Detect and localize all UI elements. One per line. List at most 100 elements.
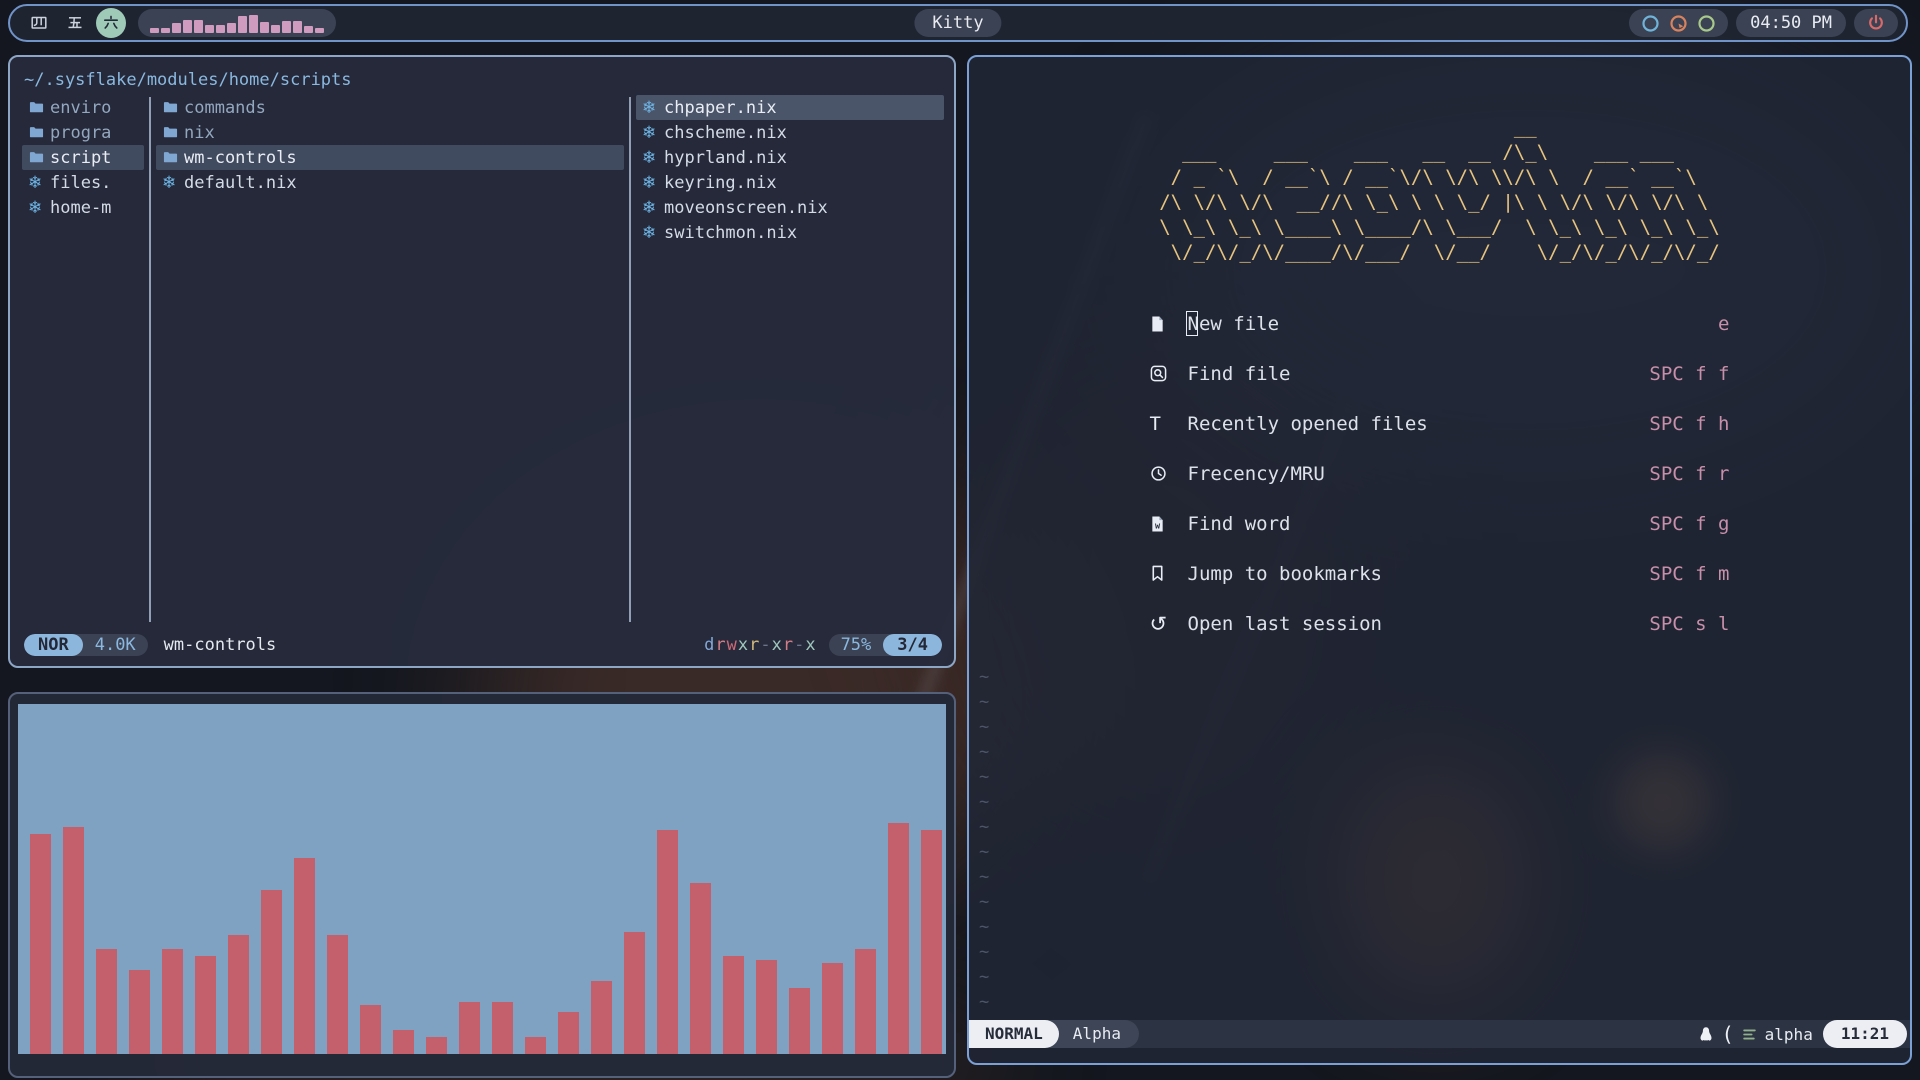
chart-bar xyxy=(30,834,51,1055)
file-row[interactable]: progra xyxy=(22,120,144,145)
file-name: progra xyxy=(50,123,111,143)
chart-bar xyxy=(558,1012,579,1054)
folder-icon xyxy=(28,100,50,115)
histogram-bar xyxy=(238,16,247,33)
file-name: chpaper.nix xyxy=(664,98,777,118)
tilde-line: ~ xyxy=(979,940,989,965)
menu-shortcut: SPC f f xyxy=(1649,363,1729,385)
file-row[interactable]: ❄default.nix xyxy=(156,170,624,195)
histogram-bar xyxy=(304,26,313,33)
folder-icon xyxy=(28,150,50,165)
histogram-bar xyxy=(172,23,181,33)
file-row[interactable]: ❄home-m xyxy=(22,195,144,220)
file-row[interactable]: ❄moveonscreen.nix xyxy=(636,195,944,220)
separator-glyph: ( xyxy=(1722,1022,1734,1046)
file-name: default.nix xyxy=(184,173,297,193)
histogram-widget[interactable] xyxy=(138,9,336,37)
file-row[interactable]: ❄keyring.nix xyxy=(636,170,944,195)
chart-bar xyxy=(624,932,645,1055)
selected-file-name: wm-controls xyxy=(164,635,277,655)
menu-label: New file xyxy=(1188,313,1719,335)
nix-icon: ❄ xyxy=(642,148,664,168)
tilde-line: ~ xyxy=(979,990,989,1015)
menu-item-bookmarks[interactable]: Jump to bookmarksSPC f m xyxy=(1150,561,1730,586)
menu-shortcut: SPC f g xyxy=(1649,513,1729,535)
file-row[interactable]: wm-controls xyxy=(156,145,624,170)
scroll-percent: 75% xyxy=(829,634,884,656)
file-name: hyprland.nix xyxy=(664,148,787,168)
histogram-bar xyxy=(150,28,159,33)
workspace-item-6-active[interactable] xyxy=(96,8,126,38)
menu-label: Frecency/MRU xyxy=(1188,463,1650,485)
menu-item-frecency[interactable]: Frecency/MRUSPC f r xyxy=(1150,461,1730,486)
file-row[interactable]: ❄chscheme.nix xyxy=(636,120,944,145)
tilde-line: ~ xyxy=(979,840,989,865)
chart-bar xyxy=(360,1005,381,1054)
menu-item-new-file[interactable]: New filee xyxy=(1150,311,1730,336)
file-name: enviro xyxy=(50,98,111,118)
kanji-five-icon xyxy=(66,14,84,32)
tilde-line: ~ xyxy=(979,915,989,940)
tilde-line: ~ xyxy=(979,715,989,740)
indent-lines-icon xyxy=(1742,1027,1757,1042)
chart-bar xyxy=(63,827,84,1055)
recent-files-icon: T xyxy=(1150,413,1188,435)
file-row[interactable]: enviro xyxy=(22,95,144,120)
histogram-bar xyxy=(205,25,214,33)
breadcrumb-path: ~/.sysflake/modules/home/scripts xyxy=(24,69,944,91)
chart-bar xyxy=(492,1002,513,1055)
chart-bar xyxy=(228,935,249,1054)
nvim-statusline: NORMAL Alpha ( alpha 11:21 xyxy=(969,1020,1910,1048)
menu-item-find-word[interactable]: wFind wordSPC f g xyxy=(1150,511,1730,536)
folder-icon xyxy=(28,125,50,140)
chart-bar xyxy=(129,970,150,1054)
file-name: files. xyxy=(50,173,111,193)
scroll-capsule: 75% 3/4 xyxy=(829,634,942,656)
menu-item-recent-files[interactable]: TRecently opened filesSPC f h xyxy=(1150,411,1730,436)
nix-icon: ❄ xyxy=(28,198,50,218)
tilde-line: ~ xyxy=(979,765,989,790)
file-row[interactable]: ❄hyprland.nix xyxy=(636,145,944,170)
tilde-line: ~ xyxy=(979,890,989,915)
system-indicators[interactable] xyxy=(1629,9,1728,37)
menu-shortcut: SPC f m xyxy=(1649,563,1729,585)
menu-shortcut: SPC f h xyxy=(1649,413,1729,435)
restore-session-icon: ↺ xyxy=(1150,612,1188,636)
workspace-item-4[interactable] xyxy=(24,8,54,38)
power-button[interactable] xyxy=(1854,9,1898,37)
tilde-line: ~ xyxy=(979,865,989,890)
green-ring-icon xyxy=(1697,14,1716,33)
clock: 04:50 PM xyxy=(1736,9,1846,37)
orange-gauge-icon xyxy=(1669,14,1688,33)
nix-icon: ❄ xyxy=(642,223,664,243)
histogram-bar xyxy=(271,25,280,33)
file-row[interactable]: script xyxy=(22,145,144,170)
parent-column: enviroprograscript❄files.❄home-m xyxy=(22,95,144,628)
chart-bar xyxy=(789,988,810,1055)
chart-bar xyxy=(690,883,711,1055)
mode-size-capsule: NOR 4.0K xyxy=(24,634,148,656)
file-name: moveonscreen.nix xyxy=(664,198,828,218)
menu-item-last-session[interactable]: ↺Open last sessionSPC s l xyxy=(1150,611,1730,636)
chart-bar xyxy=(426,1037,447,1055)
menu-item-find-file[interactable]: Find fileSPC f f xyxy=(1150,361,1730,386)
power-icon xyxy=(1867,14,1885,32)
chart-bar xyxy=(162,949,183,1054)
file-row[interactable]: commands xyxy=(156,95,624,120)
file-row[interactable]: nix xyxy=(156,120,624,145)
statusline-clock: 11:21 xyxy=(1823,1020,1907,1048)
column-separator xyxy=(629,97,631,622)
nix-icon: ❄ xyxy=(642,198,664,218)
find-word-icon: w xyxy=(1150,515,1188,533)
chart-terminal-window xyxy=(8,692,956,1078)
workspace-item-5[interactable] xyxy=(60,8,90,38)
top-status-bar: Kitty 04:50 PM xyxy=(8,4,1908,42)
file-row[interactable]: ❄chpaper.nix xyxy=(636,95,944,120)
preview-column: ❄chpaper.nix❄chscheme.nix❄hyprland.nix❄k… xyxy=(636,95,944,628)
histogram-bar xyxy=(216,25,225,33)
file-name: home-m xyxy=(50,198,111,218)
neovim-window: __ ___ ___ ___ __ __ /\_\ ___ ___ / _ `\… xyxy=(967,55,1912,1065)
nix-icon: ❄ xyxy=(642,98,664,118)
file-row[interactable]: ❄switchmon.nix xyxy=(636,220,944,245)
file-row[interactable]: ❄files. xyxy=(22,170,144,195)
